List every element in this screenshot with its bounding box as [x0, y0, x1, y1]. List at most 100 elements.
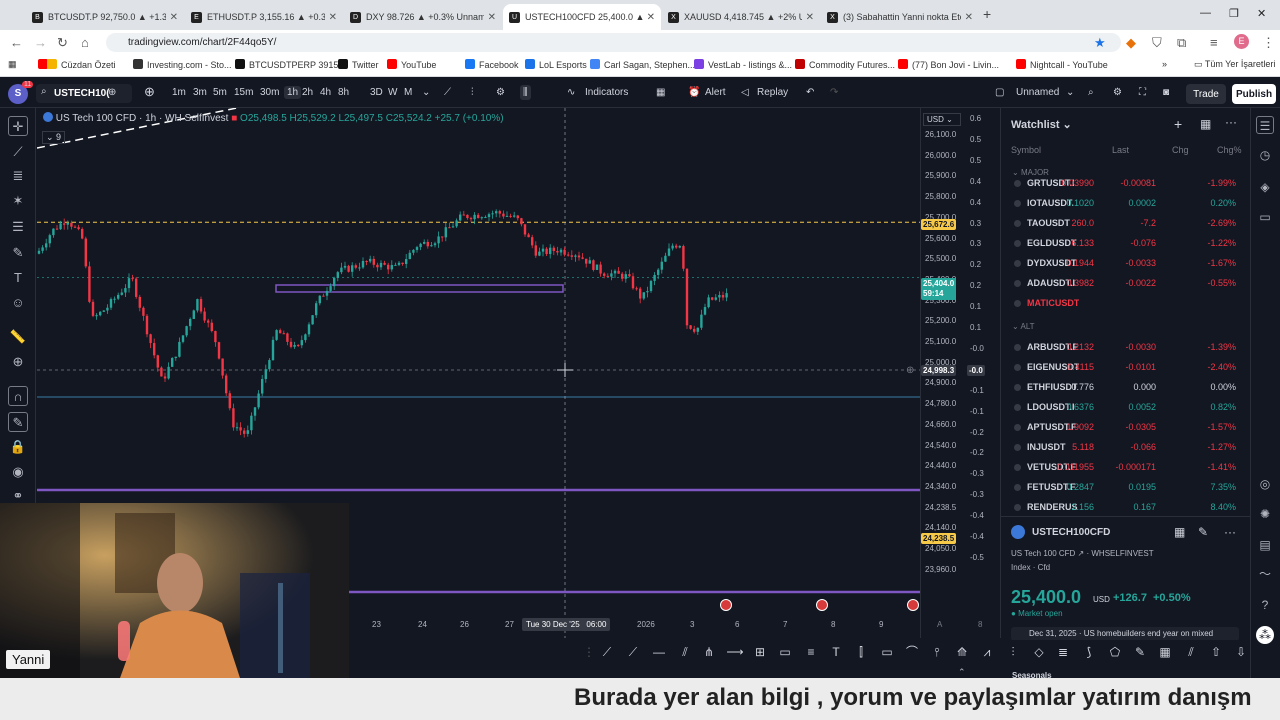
- bookmark-item[interactable]: YouTube: [387, 59, 436, 70]
- section-alt-header[interactable]: ⌄ ALT: [1012, 322, 1035, 331]
- bookmark-item[interactable]: Facebook: [465, 59, 519, 70]
- camera-icon[interactable]: ◙: [1163, 87, 1169, 98]
- chevron-down-icon[interactable]: ⌄: [422, 87, 430, 98]
- alerts-clock-icon[interactable]: ◷: [1256, 146, 1274, 164]
- replay-button[interactable]: Replay: [757, 87, 788, 98]
- help-icon[interactable]: ?: [1256, 596, 1274, 614]
- hatch-icon[interactable]: ⫽: [1182, 642, 1200, 662]
- drag-handle-icon[interactable]: ⋮: [580, 642, 598, 662]
- interval-m[interactable]: M: [404, 87, 412, 98]
- watchlist-row[interactable]: LDOUSDT.I 0.6376 0.0052 0.82%: [1008, 397, 1244, 417]
- magnet-icon[interactable]: ∩: [8, 386, 28, 406]
- collapse-panel-icon[interactable]: ⌃: [958, 667, 966, 678]
- arrow-up-icon[interactable]: ⇧: [1207, 642, 1225, 662]
- log-scale-toggle[interactable]: 8: [978, 620, 982, 629]
- watchlist-row[interactable]: VETUSDT.F 0.011955 -0.000171 -1.41%: [1008, 457, 1244, 477]
- rectangle-icon[interactable]: ▭: [776, 642, 794, 662]
- edit-note-icon[interactable]: ✎: [1198, 525, 1208, 539]
- us-event-flag-icon[interactable]: [907, 599, 919, 611]
- zoom-in-icon[interactable]: ⊕: [8, 352, 28, 372]
- watchlist-row[interactable]: INJUSDT 5.118 -0.066 -1.27%: [1008, 437, 1244, 457]
- indicator-templates-icon[interactable]: ⚙: [496, 87, 505, 98]
- col-symbol[interactable]: Symbol: [1011, 145, 1041, 155]
- target-icon[interactable]: ◎: [1256, 475, 1274, 493]
- bookmark-item[interactable]: Cüzdan Özeti: [47, 59, 116, 70]
- browser-tab[interactable]: X XAUUSD 4,418.745 ▲ +2% Unn ✕: [662, 4, 820, 30]
- ellipse-icon[interactable]: ⬠: [1106, 642, 1124, 662]
- interval-1m[interactable]: 1m: [172, 87, 186, 98]
- chat-icon[interactable]: ▭: [1256, 208, 1274, 226]
- watchlist-row[interactable]: ARBUSDT.F 0.2132 -0.0030 -1.39%: [1008, 337, 1244, 357]
- bookmark-item[interactable]: Nightcall - YouTube: [1016, 59, 1108, 70]
- reload-icon[interactable]: ↻: [57, 35, 68, 51]
- auto-scale-toggle[interactable]: A: [937, 620, 942, 629]
- bar-style-icon[interactable]: ⫶: [471, 87, 474, 98]
- trendline-tool-icon[interactable]: ⟋: [8, 142, 28, 162]
- bookmark-item[interactable]: Commodity Futures...: [795, 59, 895, 70]
- fullscreen-icon[interactable]: ⛶: [1139, 87, 1146, 98]
- close-tab-icon[interactable]: ✕: [170, 12, 178, 23]
- gann-icon[interactable]: ⟆: [1080, 642, 1098, 662]
- browser-tab[interactable]: D DXY 98.726 ▲ +0.3% Unnamed ✕: [344, 4, 502, 30]
- horizontal-line-icon[interactable]: —: [650, 642, 668, 662]
- forward-icon[interactable]: →: [34, 35, 47, 50]
- calendar-icon[interactable]: ▤: [1256, 536, 1274, 554]
- lock-drawing-icon[interactable]: ✎: [8, 412, 28, 432]
- ruler-tool-icon[interactable]: 📏: [8, 327, 28, 347]
- signal-icon[interactable]: 〜: [1256, 565, 1274, 583]
- col-chg-pct[interactable]: Chg%: [1217, 145, 1242, 155]
- diamond-icon[interactable]: ◇: [1030, 642, 1048, 662]
- interval-3d[interactable]: 3D: [370, 87, 383, 98]
- col-chg[interactable]: Chg: [1172, 145, 1189, 155]
- indicators-button[interactable]: Indicators: [585, 87, 628, 98]
- back-icon[interactable]: ←: [10, 35, 23, 50]
- price-label-icon[interactable]: ⊞: [751, 642, 769, 662]
- bookmark-item[interactable]: Investing.com - Sto...: [133, 59, 232, 70]
- fib-tool-icon[interactable]: ≣: [8, 166, 28, 186]
- detail-grid-icon[interactable]: ▦: [1174, 525, 1185, 539]
- add-symbol-icon[interactable]: ⊕: [144, 84, 155, 100]
- info-line-icon[interactable]: ⟶: [726, 642, 744, 662]
- detail-symbol[interactable]: USTECH100CFD: [1032, 527, 1110, 538]
- watchlist-row[interactable]: ADAUSDT.I 0.3982 -0.0022 -0.55%: [1008, 273, 1244, 293]
- close-tab-icon[interactable]: ✕: [329, 12, 337, 23]
- brush-icon[interactable]: ✎: [1131, 642, 1149, 662]
- interval-3m[interactable]: 3m: [193, 87, 207, 98]
- watchlist-row[interactable]: EGLDUSDT 6.133 -0.076 -1.22%: [1008, 233, 1244, 253]
- new-tab-button[interactable]: +: [983, 6, 991, 22]
- parallel-lines-icon[interactable]: ≡: [802, 642, 820, 662]
- interval-8h[interactable]: 8h: [338, 87, 349, 98]
- interval-30m[interactable]: 30m: [260, 87, 279, 98]
- browser-tab[interactable]: U USTECH100CFD 25,400.0 ▲ +0. ✕: [503, 4, 661, 30]
- apps-grid-icon[interactable]: ▦: [8, 59, 17, 70]
- close-tab-icon[interactable]: ✕: [806, 12, 814, 23]
- chevron-down-icon[interactable]: ⌄: [1066, 87, 1074, 98]
- profile-avatar[interactable]: E: [1234, 34, 1249, 49]
- legend-title[interactable]: US Tech 100 CFD · 1h · WH SelfInvest: [56, 113, 229, 124]
- interval-w[interactable]: W: [388, 87, 397, 98]
- chart-type-line-icon[interactable]: ⟋: [444, 87, 451, 98]
- text-icon[interactable]: T: [827, 642, 845, 662]
- all-bookmarks-folder[interactable]: ▭ Tüm Yer İşaretleri: [1194, 59, 1275, 70]
- watchlist-row[interactable]: MATICUSDT: [1008, 293, 1244, 313]
- bookmark-item[interactable]: Twitter: [338, 59, 379, 70]
- watchlist-row[interactable]: ETHFIUSDT 0.776 0.000 0.00%: [1008, 377, 1244, 397]
- bookmark-item[interactable]: LoL Esports: [525, 59, 587, 70]
- shield-icon[interactable]: ⛉: [1152, 35, 1162, 51]
- path-icon[interactable]: ⟰: [953, 642, 971, 662]
- close-tab-icon[interactable]: ✕: [647, 12, 655, 23]
- channel-icon[interactable]: ⫽: [676, 642, 694, 662]
- browser-menu-icon[interactable]: ⋮: [1262, 35, 1275, 51]
- layout-grid-icon[interactable]: ▦: [656, 87, 665, 98]
- brush-tool-icon[interactable]: ✎: [8, 243, 28, 263]
- grid-dots-icon[interactable]: ⁂: [1256, 626, 1274, 644]
- arrow-down-icon[interactable]: ⇩: [1232, 642, 1250, 662]
- redo-icon[interactable]: ↷: [830, 87, 838, 98]
- col-last[interactable]: Last: [1112, 145, 1129, 155]
- eye-icon[interactable]: ◉: [8, 462, 28, 482]
- bookmark-star-icon[interactable]: ★: [1094, 35, 1106, 51]
- minimize-icon[interactable]: —: [1200, 7, 1211, 19]
- compare-icon[interactable]: ⊕: [108, 87, 116, 98]
- more-options-icon[interactable]: ···: [1225, 115, 1237, 129]
- trendline-icon[interactable]: ⟋: [598, 642, 616, 662]
